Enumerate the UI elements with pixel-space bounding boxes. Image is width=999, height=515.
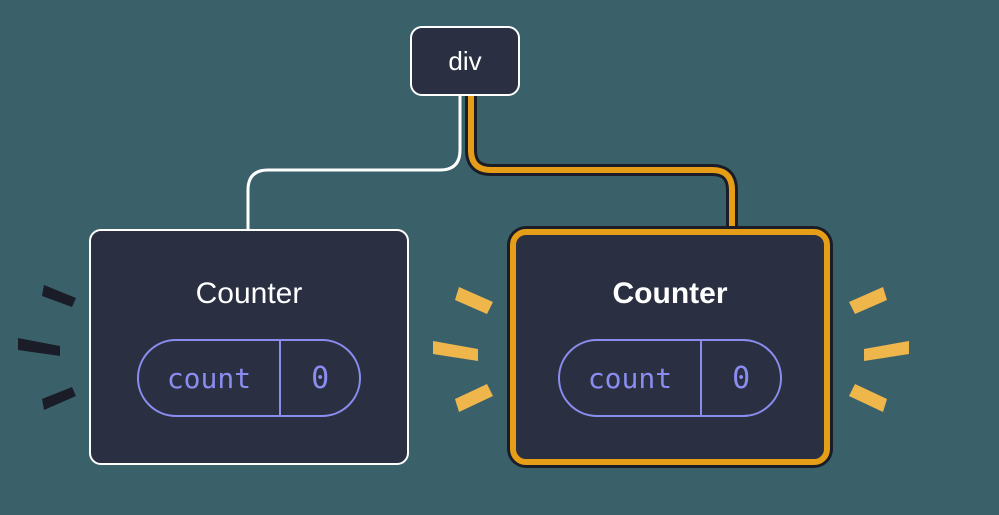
state-pill-left: count 0 — [137, 339, 361, 417]
burst-right-left — [433, 287, 493, 412]
connector-right — [471, 96, 732, 229]
counter-title-left: Counter — [196, 277, 303, 311]
root-label: div — [448, 46, 481, 77]
burst-right-right — [849, 287, 909, 412]
state-value-left: 0 — [281, 341, 359, 415]
counter-node-left: Counter count 0 — [89, 229, 409, 465]
counter-node-right: Counter count 0 — [510, 229, 830, 465]
state-label-right: count — [560, 341, 702, 415]
connector-right-shadow — [471, 96, 732, 229]
state-value-right: 0 — [702, 341, 780, 415]
counter-title-right: Counter — [613, 277, 728, 311]
state-pill-right: count 0 — [558, 339, 782, 417]
burst-left — [18, 285, 76, 410]
state-label-left: count — [139, 341, 281, 415]
connector-left — [248, 96, 460, 229]
root-node: div — [410, 26, 520, 96]
